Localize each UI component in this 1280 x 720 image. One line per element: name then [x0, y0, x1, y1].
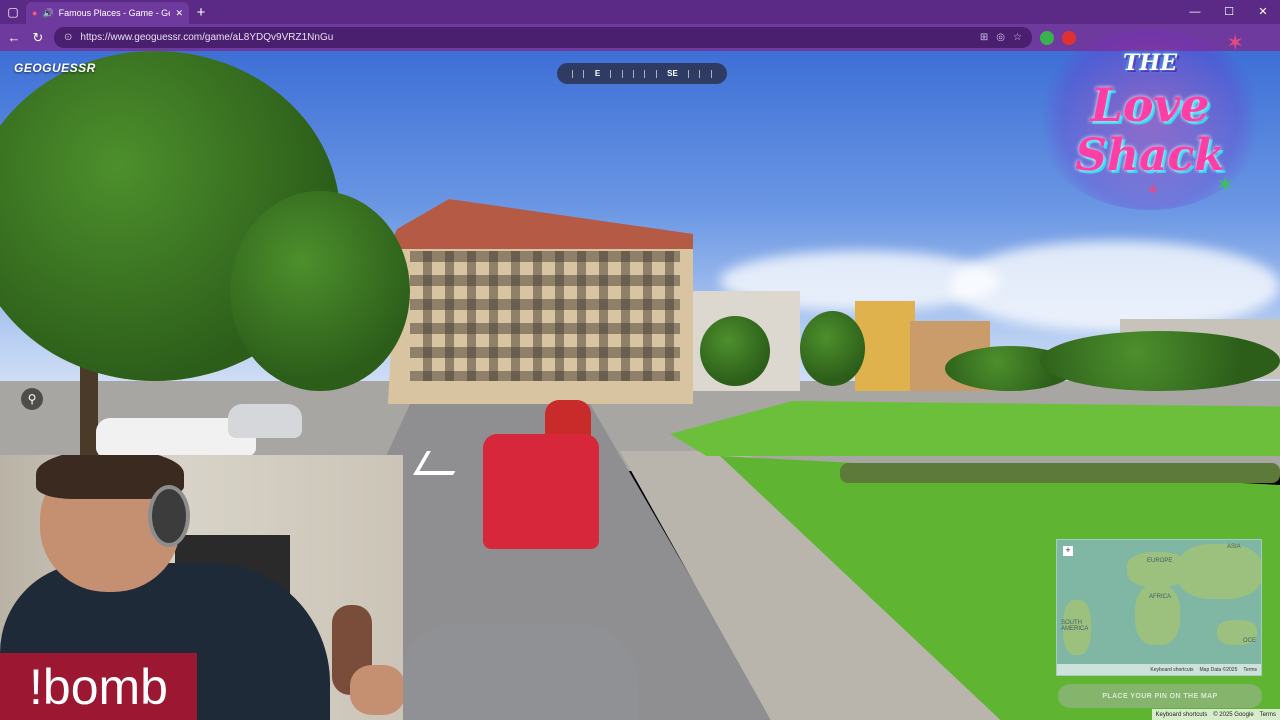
- map-land-asia: [1177, 544, 1261, 599]
- map-keyboard-shortcuts-link[interactable]: Keyboard shortcuts: [1150, 667, 1193, 673]
- brand-line-love: Love: [1090, 78, 1210, 132]
- hedge: [840, 463, 1280, 483]
- tree: [800, 311, 865, 386]
- map-zoom-in-button[interactable]: +: [1063, 546, 1073, 556]
- terms-link[interactable]: Terms: [1260, 712, 1276, 718]
- browser-tab-bar: ▢ ● 🔊 Famous Places - Game - Geo ✕ + — ☐…: [0, 0, 1280, 24]
- chat-command-banner: !bomb: [0, 653, 197, 720]
- url-text: https://www.geoguessr.com/game/aL8YDQv9V…: [80, 32, 334, 43]
- close-tab-icon[interactable]: ✕: [175, 8, 183, 19]
- url-field[interactable]: ⊙ https://www.geoguessr.com/game/aL8YDQv…: [54, 27, 1032, 48]
- map-label-south-america: SOUTH AMERICA: [1061, 620, 1089, 632]
- site-info-icon[interactable]: ⊙: [64, 32, 72, 43]
- return-to-start-pin-icon[interactable]: ⚲: [21, 388, 43, 410]
- map-label-europe: EUROPE: [1147, 558, 1173, 564]
- leaf-icon: ✶: [1146, 182, 1160, 199]
- lawn: [670, 401, 1280, 456]
- tree: [700, 316, 770, 386]
- install-app-icon[interactable]: ⊞: [980, 32, 988, 43]
- own-car-hood: [398, 623, 638, 720]
- compass-label-se: SE: [667, 69, 678, 78]
- map-label-africa: AFRICA: [1149, 594, 1172, 600]
- speaker-icon[interactable]: 🔊: [42, 8, 53, 19]
- back-icon[interactable]: ←: [6, 30, 22, 45]
- map-data-credit: Map Data ©2025: [1199, 666, 1238, 673]
- close-window-button[interactable]: ✕: [1246, 0, 1280, 24]
- compass-label-e: E: [594, 69, 601, 78]
- reader-icon[interactable]: ◎: [996, 32, 1005, 43]
- compass-bar: E SE: [557, 63, 727, 84]
- headphones-icon: [148, 485, 190, 547]
- map-terms-link[interactable]: Terms: [1243, 667, 1257, 673]
- map-label-oceania: OCE: [1243, 638, 1257, 644]
- minimize-button[interactable]: —: [1178, 0, 1212, 24]
- google-attribution: Keyboard shortcuts © 2025 Google Terms: [1151, 709, 1280, 720]
- map-pin-icon: ●: [32, 8, 38, 18]
- geoguessr-logo: GEOGUESSR: [14, 61, 96, 75]
- silver-car: [228, 404, 302, 438]
- webcam-person-hand: [350, 665, 403, 715]
- copyright-text: © 2025 Google: [1213, 711, 1254, 718]
- new-tab-button[interactable]: +: [189, 4, 213, 21]
- love-shack-brand-logo: THE Love Shack ✶ ✶ ✶: [1036, 30, 1264, 210]
- reload-icon[interactable]: ↻: [30, 30, 46, 46]
- tab-geoguessr[interactable]: ● 🔊 Famous Places - Game - Geo ✕: [26, 2, 189, 24]
- tab-actions-icon[interactable]: ▢: [0, 0, 26, 24]
- keyboard-shortcuts-link[interactable]: Keyboard shortcuts: [1156, 712, 1208, 718]
- guess-button[interactable]: PLACE YOUR PIN ON THE MAP: [1058, 684, 1262, 708]
- map-footer: Keyboard shortcuts Map Data ©2025 Terms: [1057, 664, 1261, 675]
- leaf-icon: ✶: [1216, 172, 1235, 197]
- leaf-icon: ✶: [1226, 30, 1245, 55]
- guess-minimap[interactable]: + EUROPE ASIA AFRICA SOUTH AMERICA OCE K…: [1056, 539, 1262, 676]
- tree: [230, 191, 410, 391]
- window-controls: — ☐ ✕: [1178, 0, 1280, 24]
- maximize-button[interactable]: ☐: [1212, 0, 1246, 24]
- building-windows: [410, 251, 680, 381]
- red-car: [483, 434, 599, 549]
- bookmark-star-icon[interactable]: ☆: [1013, 32, 1022, 43]
- tree: [1040, 331, 1280, 391]
- tab-title: Famous Places - Game - Geo: [58, 8, 171, 18]
- map-label-asia: ASIA: [1227, 544, 1241, 550]
- cloud: [950, 241, 1280, 331]
